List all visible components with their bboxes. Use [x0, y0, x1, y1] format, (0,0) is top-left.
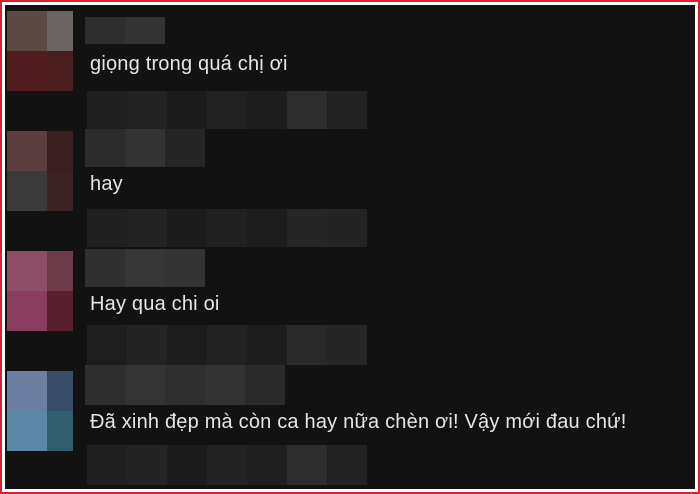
- avatar-pixel: [7, 171, 47, 211]
- comment-meta-blurred: [87, 325, 367, 365]
- name-pixel: [85, 365, 125, 405]
- name-pixel: [85, 249, 125, 287]
- comment-meta-blurred: [87, 445, 367, 485]
- comment-item: hay: [5, 129, 695, 251]
- meta-pixel: [207, 209, 247, 247]
- meta-pixel: [167, 91, 207, 129]
- meta-pixel: [167, 445, 207, 485]
- name-pixel: [85, 129, 125, 167]
- meta-pixel: [87, 325, 127, 365]
- avatar-pixel: [47, 411, 73, 451]
- meta-pixel: [207, 91, 247, 129]
- avatar-pixel: [47, 51, 73, 91]
- name-pixel: [85, 17, 125, 44]
- comment-text: giọng trong quá chị ơi: [90, 53, 288, 75]
- avatar-pixel: [47, 11, 73, 51]
- avatar[interactable]: [7, 11, 73, 91]
- comment-item: Đã xinh đẹp mà còn ca hay nữa chèn ơi! V…: [5, 365, 695, 489]
- comment-text: Đã xinh đẹp mà còn ca hay nữa chèn ơi! V…: [90, 411, 627, 433]
- meta-pixel: [167, 209, 207, 247]
- avatar[interactable]: [7, 131, 73, 211]
- avatar-pixel: [7, 291, 47, 331]
- meta-pixel: [247, 445, 287, 485]
- comment-meta-blurred: [87, 91, 367, 129]
- meta-pixel: [247, 91, 287, 129]
- name-pixel: [125, 365, 165, 405]
- name-pixel: [125, 249, 165, 287]
- meta-pixel: [327, 325, 367, 365]
- avatar-pixel: [47, 131, 73, 171]
- meta-pixel: [87, 445, 127, 485]
- comment-item: Hay qua chi oi: [5, 249, 695, 371]
- meta-pixel: [327, 91, 367, 129]
- comment-text: Hay qua chi oi: [90, 293, 220, 315]
- name-pixel: [245, 365, 285, 405]
- name-pixel: [125, 129, 165, 167]
- author-name-blurred[interactable]: [85, 365, 285, 405]
- meta-pixel: [287, 209, 327, 247]
- author-name-blurred[interactable]: [85, 17, 165, 44]
- avatar[interactable]: [7, 371, 73, 451]
- comment-text: hay: [90, 173, 123, 195]
- avatar-pixel: [7, 51, 47, 91]
- avatar-pixel: [7, 11, 47, 51]
- avatar-pixel: [47, 171, 73, 211]
- avatar-pixel: [47, 291, 73, 331]
- meta-pixel: [127, 91, 167, 129]
- name-pixel: [165, 129, 205, 167]
- author-name-blurred[interactable]: [85, 129, 205, 167]
- meta-pixel: [127, 445, 167, 485]
- meta-pixel: [207, 445, 247, 485]
- meta-pixel: [327, 445, 367, 485]
- meta-pixel: [127, 325, 167, 365]
- image-frame: giọng trong quá chị ơi hay Hay qua chi o…: [0, 0, 700, 494]
- name-pixel: [165, 365, 205, 405]
- meta-pixel: [207, 325, 247, 365]
- avatar-pixel: [7, 411, 47, 451]
- meta-pixel: [247, 325, 287, 365]
- meta-pixel: [87, 209, 127, 247]
- name-pixel: [165, 249, 205, 287]
- comment-meta-blurred: [87, 209, 367, 247]
- meta-pixel: [127, 209, 167, 247]
- meta-pixel: [327, 209, 367, 247]
- avatar-pixel: [7, 131, 47, 171]
- avatar-pixel: [47, 251, 73, 291]
- meta-pixel: [287, 91, 327, 129]
- meta-pixel: [247, 209, 287, 247]
- avatar-pixel: [7, 251, 47, 291]
- author-name-blurred[interactable]: [85, 249, 205, 287]
- meta-pixel: [87, 91, 127, 129]
- comment-item: giọng trong quá chị ơi: [5, 11, 695, 131]
- avatar[interactable]: [7, 251, 73, 331]
- name-pixel: [205, 365, 245, 405]
- meta-pixel: [287, 445, 327, 485]
- meta-pixel: [287, 325, 327, 365]
- avatar-pixel: [47, 371, 73, 411]
- avatar-pixel: [7, 371, 47, 411]
- comments-panel: giọng trong quá chị ơi hay Hay qua chi o…: [5, 5, 695, 489]
- name-pixel: [125, 17, 165, 44]
- meta-pixel: [167, 325, 207, 365]
